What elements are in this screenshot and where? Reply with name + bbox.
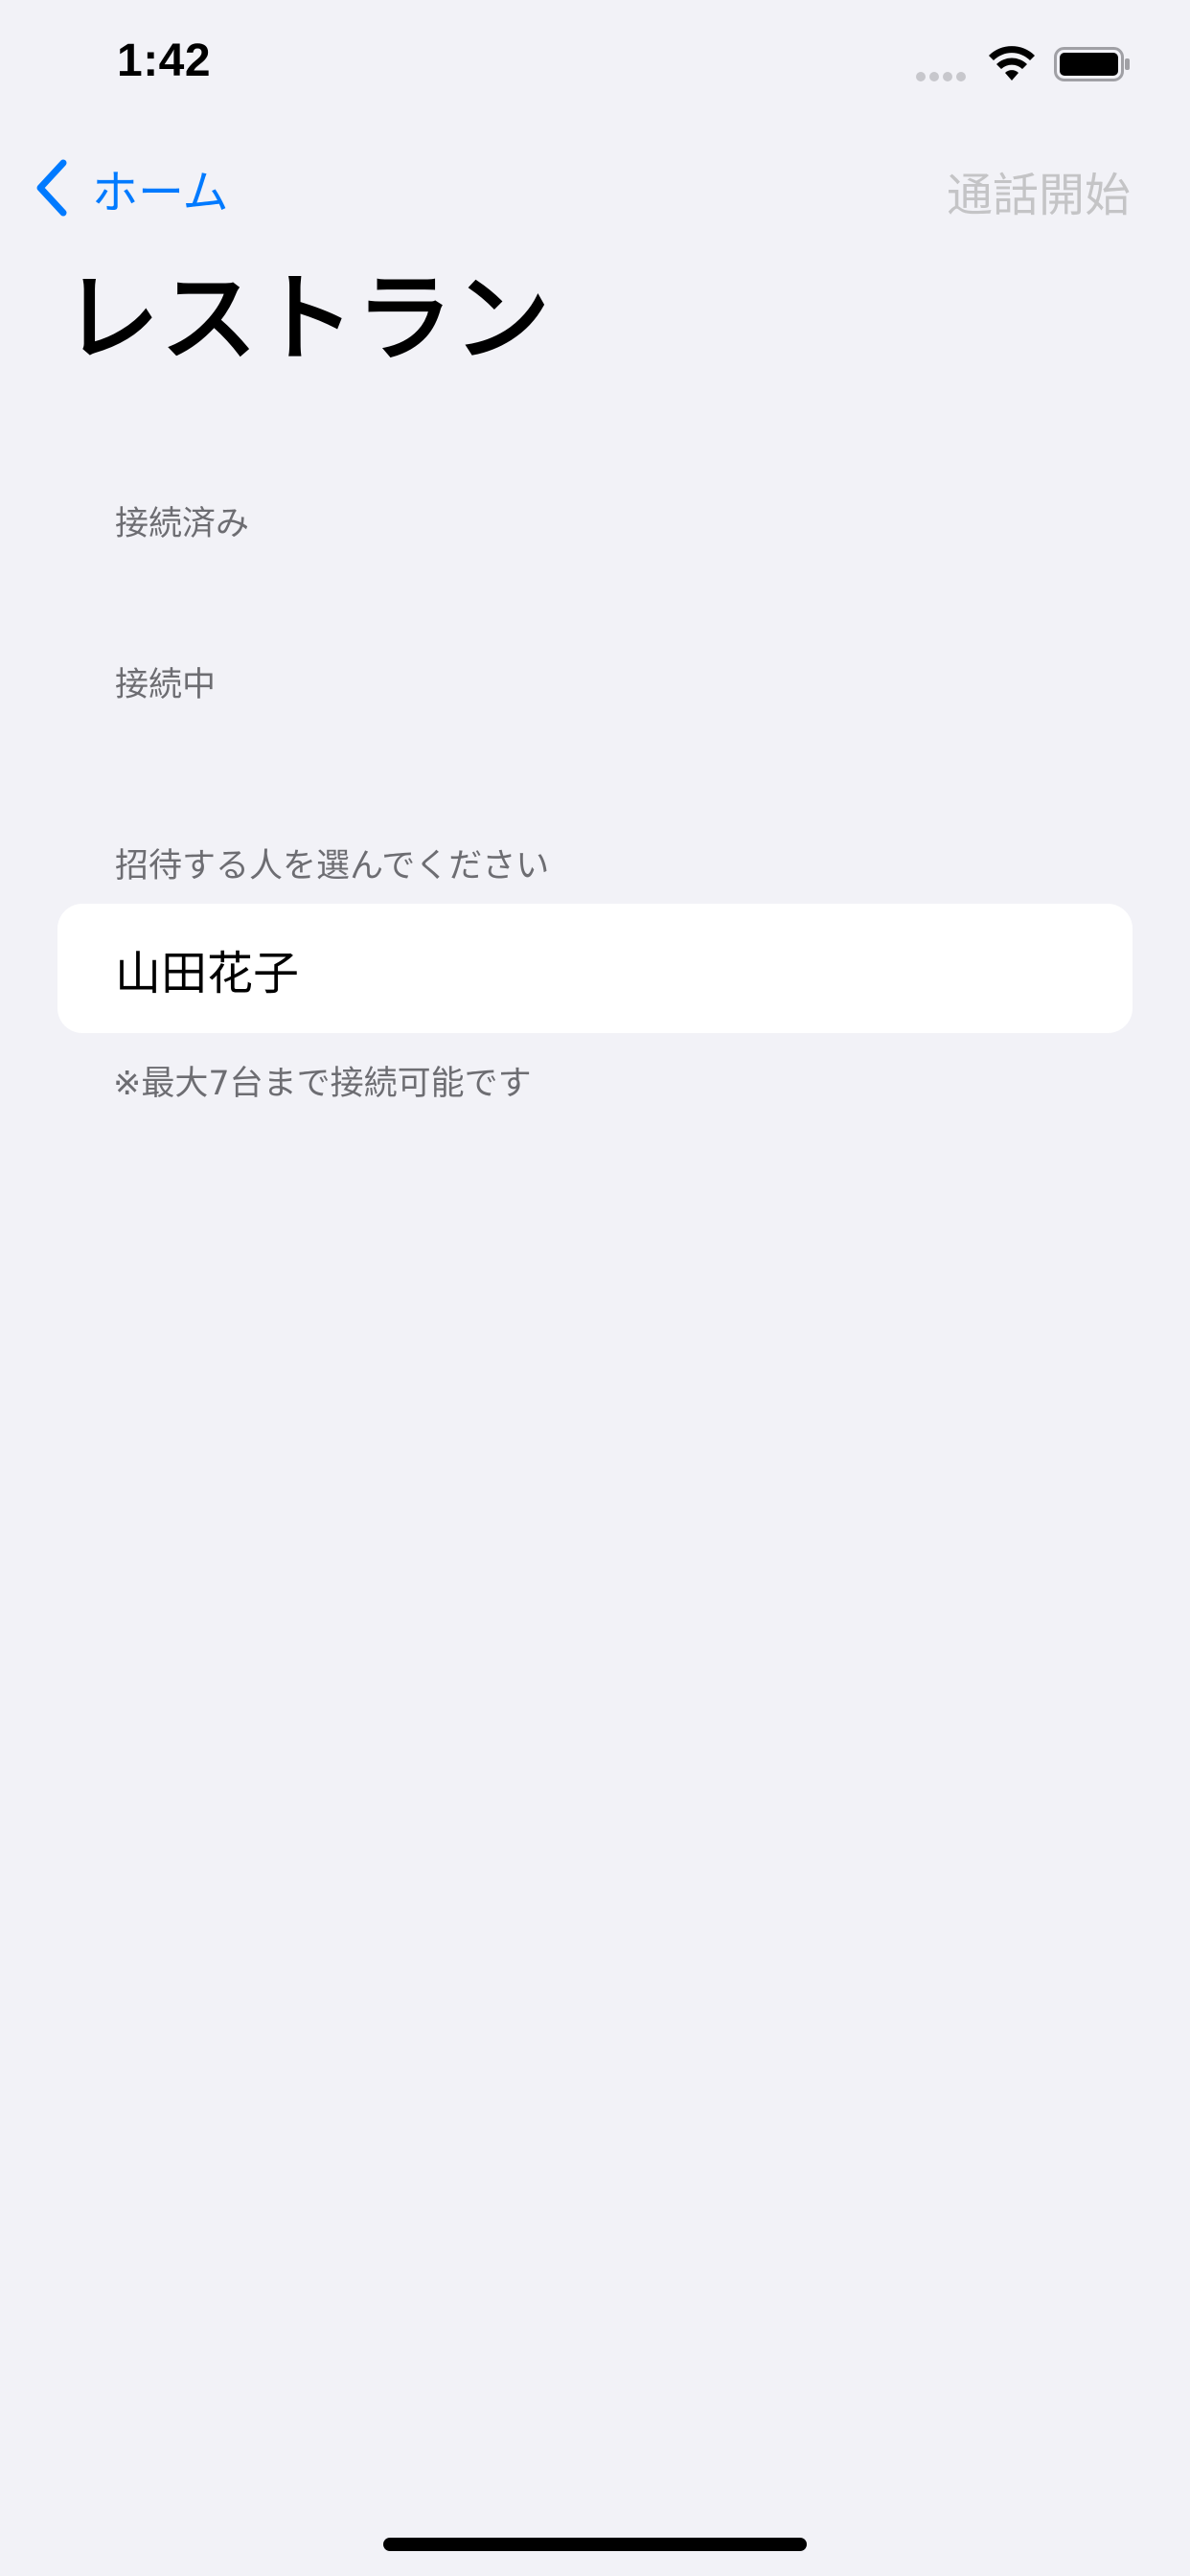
start-call-button[interactable]: 通話開始 bbox=[947, 157, 1131, 224]
cellular-signal-icon bbox=[916, 72, 966, 81]
contact-name: 山田花子 bbox=[115, 946, 300, 1000]
invite-section-header: 招待する人を選んでください bbox=[115, 847, 550, 886]
back-label: ホーム bbox=[92, 166, 229, 219]
wifi-icon bbox=[989, 46, 1035, 80]
status-bar: 1:42 bbox=[0, 0, 1190, 126]
battery-icon bbox=[1054, 47, 1130, 81]
chevron-left-icon bbox=[36, 159, 67, 217]
home-indicator[interactable] bbox=[383, 2538, 807, 2551]
page-title: レストラン bbox=[63, 263, 552, 375]
status-time: 1:42 bbox=[117, 35, 212, 86]
contact-row[interactable]: 山田花子 bbox=[57, 904, 1133, 1033]
back-button[interactable]: ホーム bbox=[33, 153, 229, 222]
connected-section-header: 接続済み bbox=[115, 505, 250, 543]
connecting-section-header: 接続中 bbox=[115, 666, 217, 704]
invite-section-footer: ※最大7台まで接続可能です bbox=[113, 1065, 532, 1103]
